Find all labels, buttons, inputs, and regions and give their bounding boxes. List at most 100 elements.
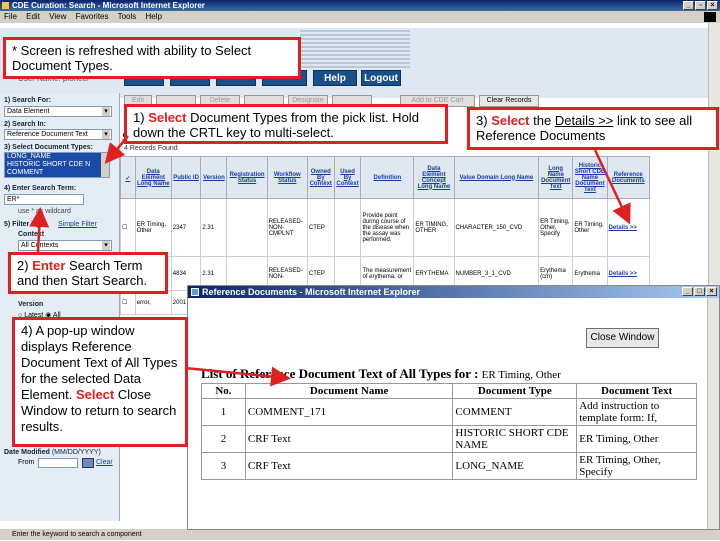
col-header[interactable]: Long Name Document Text <box>538 156 574 199</box>
col-header[interactable]: Definition <box>360 156 415 199</box>
cell: LONG_NAME <box>452 452 578 480</box>
context-label: Context <box>18 231 45 238</box>
records-found: 4 Records Found <box>124 145 178 152</box>
clear-records-button[interactable]: Clear Records <box>479 95 539 107</box>
menu-favorites[interactable]: Favorites <box>76 12 109 21</box>
calendar-icon[interactable] <box>82 458 94 468</box>
table-row: ☐ ER Timing, Other 2347 2.31 RELEASED-NO… <box>120 198 651 257</box>
search-for-label: 1) Search For: <box>4 97 52 104</box>
col-header[interactable]: Value Domain Long Name <box>453 156 540 199</box>
cell: ER Timing, Other <box>576 425 697 453</box>
col-header[interactable]: Workflow Status <box>266 156 308 199</box>
cell: ER Timing, Other, Specify <box>576 452 697 480</box>
col-header[interactable]: Used By Context <box>333 156 362 199</box>
popup-scrollbar[interactable] <box>707 298 719 529</box>
callout-step-2: 2) Enter Search Term and then Start Sear… <box>8 252 168 294</box>
cell: ER Timing, Other, Specify <box>538 198 574 257</box>
popup-maximize-button[interactable]: □ <box>694 287 705 296</box>
from-label: From <box>18 459 35 466</box>
row-checkbox[interactable]: ☐ <box>120 290 136 315</box>
col-header[interactable]: Registration Status <box>226 156 268 199</box>
reference-documents-table: No. Document Name Document Type Document… <box>201 383 697 480</box>
cell: RELEASED-NON-CMPLNT <box>266 198 308 257</box>
window-title-bar: CDE Curation: Search - Microsoft Interne… <box>0 0 720 11</box>
menu-file[interactable]: File <box>4 12 17 21</box>
callout-step-4: 4) A pop-up window displays Reference Do… <box>12 317 188 447</box>
cell: COMMENT_171 <box>244 398 454 426</box>
simple-filter-link[interactable]: Simple Filter <box>58 221 97 228</box>
cell: CRF Text <box>244 452 454 480</box>
windows-logo-icon <box>704 12 716 22</box>
search-in-select[interactable]: Reference Document Text <box>4 129 112 140</box>
minimize-button[interactable]: _ <box>683 1 694 10</box>
status-text: Enter the keyword to search a component <box>12 531 142 538</box>
col-header[interactable]: Historic Short CDE Name Document Text <box>572 156 608 199</box>
menu-edit[interactable]: Edit <box>26 12 40 21</box>
menu-tools[interactable]: Tools <box>118 12 137 21</box>
popup-heading: List of Reference Document Text of All T… <box>201 366 561 381</box>
col-header[interactable]: Data Element Concept Long Name <box>413 156 455 199</box>
context-select[interactable]: All Contexts <box>18 240 112 251</box>
col-check: ✓ <box>120 156 136 199</box>
cell: 3 <box>201 452 246 480</box>
table-row: 1 COMMENT_171 COMMENT Add instruction to… <box>201 398 697 426</box>
cell: 2 <box>201 425 246 453</box>
details-link[interactable]: Details >> <box>606 198 651 257</box>
doc-type-option[interactable]: LONG_NAME <box>7 153 109 161</box>
row-checkbox[interactable]: ☐ <box>120 198 136 257</box>
col-header[interactable]: Public ID <box>170 156 202 199</box>
close-window-button[interactable]: × <box>707 1 718 10</box>
cell: COMMENT <box>452 398 578 426</box>
header-decoration <box>300 30 410 70</box>
popup-title: Reference Documents - Microsoft Internet… <box>202 287 421 297</box>
callout-step-3: 3) Select the Details >> link to see all… <box>467 107 719 150</box>
search-term-input[interactable]: ER* <box>4 194 84 205</box>
table-row: 3 CRF Text LONG_NAME ER Timing, Other, S… <box>201 452 697 480</box>
cell: Add instruction to template form: If, <box>576 398 697 426</box>
cell: error, <box>134 290 172 315</box>
cell: ER Timing, Other <box>572 198 608 257</box>
callout-refresh: * Screen is refreshed with ability to Se… <box>3 37 301 79</box>
clear-date-link[interactable]: Clear <box>96 459 113 466</box>
cell: 2347 <box>170 198 202 257</box>
version-label: Version <box>18 301 44 308</box>
doc-types-label: 3) Select Document Types: <box>4 144 93 151</box>
col-header: Document Type <box>452 383 578 399</box>
doc-type-option[interactable]: COMMENT <box>7 169 109 177</box>
menu-help[interactable]: Help <box>146 12 162 21</box>
col-header[interactable]: Owned By Context <box>306 156 335 199</box>
col-header: Document Text <box>576 383 697 399</box>
cell: CTEP <box>306 198 335 257</box>
col-header[interactable]: Reference Documents <box>606 156 651 199</box>
col-header[interactable]: Version <box>200 156 228 199</box>
cell: HISTORIC SHORT CDE NAME <box>452 425 578 453</box>
maximize-button[interactable]: ▫ <box>695 1 706 10</box>
callout-step-1: 1) Select Document Types from the pick l… <box>124 104 448 144</box>
table-row: 2 CRF Text HISTORIC SHORT CDE NAME ER Ti… <box>201 425 697 453</box>
doc-types-listbox[interactable]: LONG_NAME HISTORIC SHORT CDE N COMMENT <box>4 152 110 178</box>
menu-view[interactable]: View <box>49 12 66 21</box>
menu-bar: File Edit View Favorites Tools Help <box>0 11 720 23</box>
col-header: Document Name <box>244 383 454 399</box>
logout-button[interactable]: Logout <box>361 70 401 86</box>
search-for-select[interactable]: Data Element <box>4 106 112 117</box>
ie-icon <box>2 2 9 9</box>
doc-type-option[interactable]: HISTORIC SHORT CDE N <box>7 161 109 169</box>
cell: CHARACTER_150_CVD <box>453 198 540 257</box>
listbox-scrollbar[interactable] <box>101 153 109 177</box>
ie-icon <box>191 288 199 296</box>
help-button[interactable]: Help <box>313 70 357 86</box>
popup-title-bar: Reference Documents - Microsoft Internet… <box>188 286 719 298</box>
col-header[interactable]: Data Element Long Name <box>134 156 172 199</box>
popup-minimize-button[interactable]: _ <box>682 287 693 296</box>
term-label: 4) Enter Search Term: <box>4 185 77 192</box>
cell <box>226 198 268 257</box>
popup-close-icon[interactable]: × <box>706 287 717 296</box>
cell: 2.31 <box>200 198 228 257</box>
date-from-input[interactable] <box>38 458 78 468</box>
close-window-button[interactable]: Close Window <box>586 328 659 348</box>
cell: 1 <box>201 398 246 426</box>
reference-documents-popup: Reference Documents - Microsoft Internet… <box>187 285 720 530</box>
cell <box>333 198 362 257</box>
filter-label: 5) Filter By: <box>4 221 43 228</box>
